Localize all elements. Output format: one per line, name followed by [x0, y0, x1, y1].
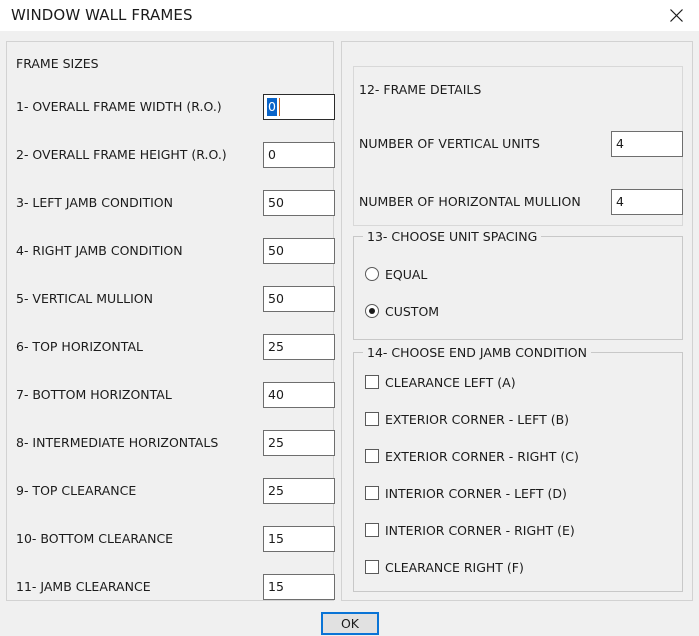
frame-size-label: 11- JAMB CLEARANCE — [16, 579, 151, 594]
end-jamb-option-label: EXTERIOR CORNER - RIGHT (C) — [385, 448, 579, 464]
frame-size-label: 9- TOP CLEARANCE — [16, 483, 137, 498]
frame-size-input[interactable]: 0 — [263, 142, 335, 168]
end-jamb-option-label: INTERIOR CORNER - LEFT (D) — [385, 485, 567, 501]
end-jamb-group: 14- CHOOSE END JAMB CONDITION CLEARANCE … — [353, 345, 683, 592]
frame-size-row: 8- INTERMEDIATE HORIZONTALS 25 — [7, 430, 335, 458]
frame-size-input[interactable]: 50 — [263, 190, 335, 216]
frame-size-input[interactable]: 15 — [263, 574, 335, 600]
frame-detail-label: NUMBER OF HORIZONTAL MULLION — [359, 194, 581, 209]
frame-details-panel-outer: 12- FRAME DETAILS NUMBER OF VERTICAL UNI… — [341, 41, 693, 601]
frame-size-label: 7- BOTTOM HORIZONTAL — [16, 387, 172, 402]
frame-size-input[interactable]: 40 — [263, 382, 335, 408]
unit-spacing-option-label: EQUAL — [385, 266, 428, 282]
frame-size-row: 9- TOP CLEARANCE 25 — [7, 478, 335, 506]
frame-size-row: 4- RIGHT JAMB CONDITION 50 — [7, 238, 335, 266]
unit-spacing-group: 13- CHOOSE UNIT SPACING EQUAL CUSTOM — [353, 229, 683, 340]
title-bar: WINDOW WALL FRAMES — [0, 0, 699, 31]
page-title: WINDOW WALL FRAMES — [11, 6, 193, 24]
unit-spacing-option[interactable]: EQUAL — [365, 265, 427, 283]
unit-spacing-option[interactable]: CUSTOM — [365, 302, 439, 320]
checkbox-unchecked-icon[interactable] — [365, 449, 379, 463]
end-jamb-option-label: CLEARANCE LEFT (A) — [385, 374, 516, 390]
frame-size-input[interactable]: 50 — [263, 286, 335, 312]
frame-size-label: 8- INTERMEDIATE HORIZONTALS — [16, 435, 219, 450]
frame-detail-input[interactable]: 4 — [611, 131, 683, 157]
frame-size-label: 4- RIGHT JAMB CONDITION — [16, 243, 183, 258]
frame-size-input[interactable]: 15 — [263, 526, 335, 552]
frame-sizes-caption: FRAME SIZES — [16, 56, 99, 71]
frame-details-caption: 12- FRAME DETAILS — [359, 82, 482, 97]
end-jamb-option[interactable]: CLEARANCE RIGHT (F) — [365, 558, 524, 576]
end-jamb-option-label: CLEARANCE RIGHT (F) — [385, 559, 524, 575]
frame-size-row: 1- OVERALL FRAME WIDTH (R.O.) 0 — [7, 94, 335, 122]
frame-size-input[interactable]: 25 — [263, 478, 335, 504]
end-jamb-option[interactable]: EXTERIOR CORNER - RIGHT (C) — [365, 447, 579, 465]
end-jamb-option[interactable]: INTERIOR CORNER - LEFT (D) — [365, 484, 567, 502]
end-jamb-option[interactable]: INTERIOR CORNER - RIGHT (E) — [365, 521, 575, 539]
radio-unchecked-icon[interactable] — [365, 267, 379, 281]
checkbox-unchecked-icon[interactable] — [365, 523, 379, 537]
frame-size-row: 10- BOTTOM CLEARANCE 15 — [7, 526, 335, 554]
checkbox-unchecked-icon[interactable] — [365, 486, 379, 500]
radio-checked-icon[interactable] — [365, 304, 379, 318]
end-jamb-option[interactable]: CLEARANCE LEFT (A) — [365, 373, 516, 391]
frame-detail-label: NUMBER OF VERTICAL UNITS — [359, 136, 540, 151]
frame-size-input[interactable]: 25 — [263, 334, 335, 360]
checkbox-unchecked-icon[interactable] — [365, 412, 379, 426]
window-wall-frames-dialog: WINDOW WALL FRAMES FRAME SIZES 1- OVERAL… — [0, 0, 699, 636]
frame-size-row: 3- LEFT JAMB CONDITION 50 — [7, 190, 335, 218]
frame-size-input[interactable]: 0 — [263, 94, 335, 120]
frame-size-row: 6- TOP HORIZONTAL 25 — [7, 334, 335, 362]
frame-size-label: 5- VERTICAL MULLION — [16, 291, 153, 306]
frame-size-label: 6- TOP HORIZONTAL — [16, 339, 143, 354]
frame-size-label: 3- LEFT JAMB CONDITION — [16, 195, 173, 210]
end-jamb-option-label: INTERIOR CORNER - RIGHT (E) — [385, 522, 575, 538]
end-jamb-option-label: EXTERIOR CORNER - LEFT (B) — [385, 411, 570, 427]
frame-size-label: 2- OVERALL FRAME HEIGHT (R.O.) — [16, 147, 227, 162]
unit-spacing-option-label: CUSTOM — [385, 303, 440, 319]
frame-size-input-value: 0 — [267, 98, 277, 116]
frame-size-row: 11- JAMB CLEARANCE 15 — [7, 574, 335, 602]
frame-size-row: 5- VERTICAL MULLION 50 — [7, 286, 335, 314]
frame-size-input[interactable]: 25 — [263, 430, 335, 456]
checkbox-unchecked-icon[interactable] — [365, 560, 379, 574]
checkbox-unchecked-icon[interactable] — [365, 375, 379, 389]
frame-size-row: 2- OVERALL FRAME HEIGHT (R.O.) 0 — [7, 142, 335, 170]
frame-sizes-panel: FRAME SIZES 1- OVERALL FRAME WIDTH (R.O.… — [6, 41, 335, 602]
unit-spacing-legend: 13- CHOOSE UNIT SPACING — [363, 229, 542, 244]
text-caret — [279, 98, 280, 116]
frame-size-label: 1- OVERALL FRAME WIDTH (R.O.) — [16, 99, 222, 114]
frame-size-input[interactable]: 50 — [263, 238, 335, 264]
frame-size-row: 7- BOTTOM HORIZONTAL 40 — [7, 382, 335, 410]
frame-detail-input[interactable]: 4 — [611, 189, 683, 215]
end-jamb-option[interactable]: EXTERIOR CORNER - LEFT (B) — [365, 410, 569, 428]
ok-button[interactable]: OK — [321, 612, 379, 635]
end-jamb-legend: 14- CHOOSE END JAMB CONDITION — [363, 345, 591, 360]
frame-size-label: 10- BOTTOM CLEARANCE — [16, 531, 174, 546]
close-icon[interactable] — [654, 0, 699, 31]
